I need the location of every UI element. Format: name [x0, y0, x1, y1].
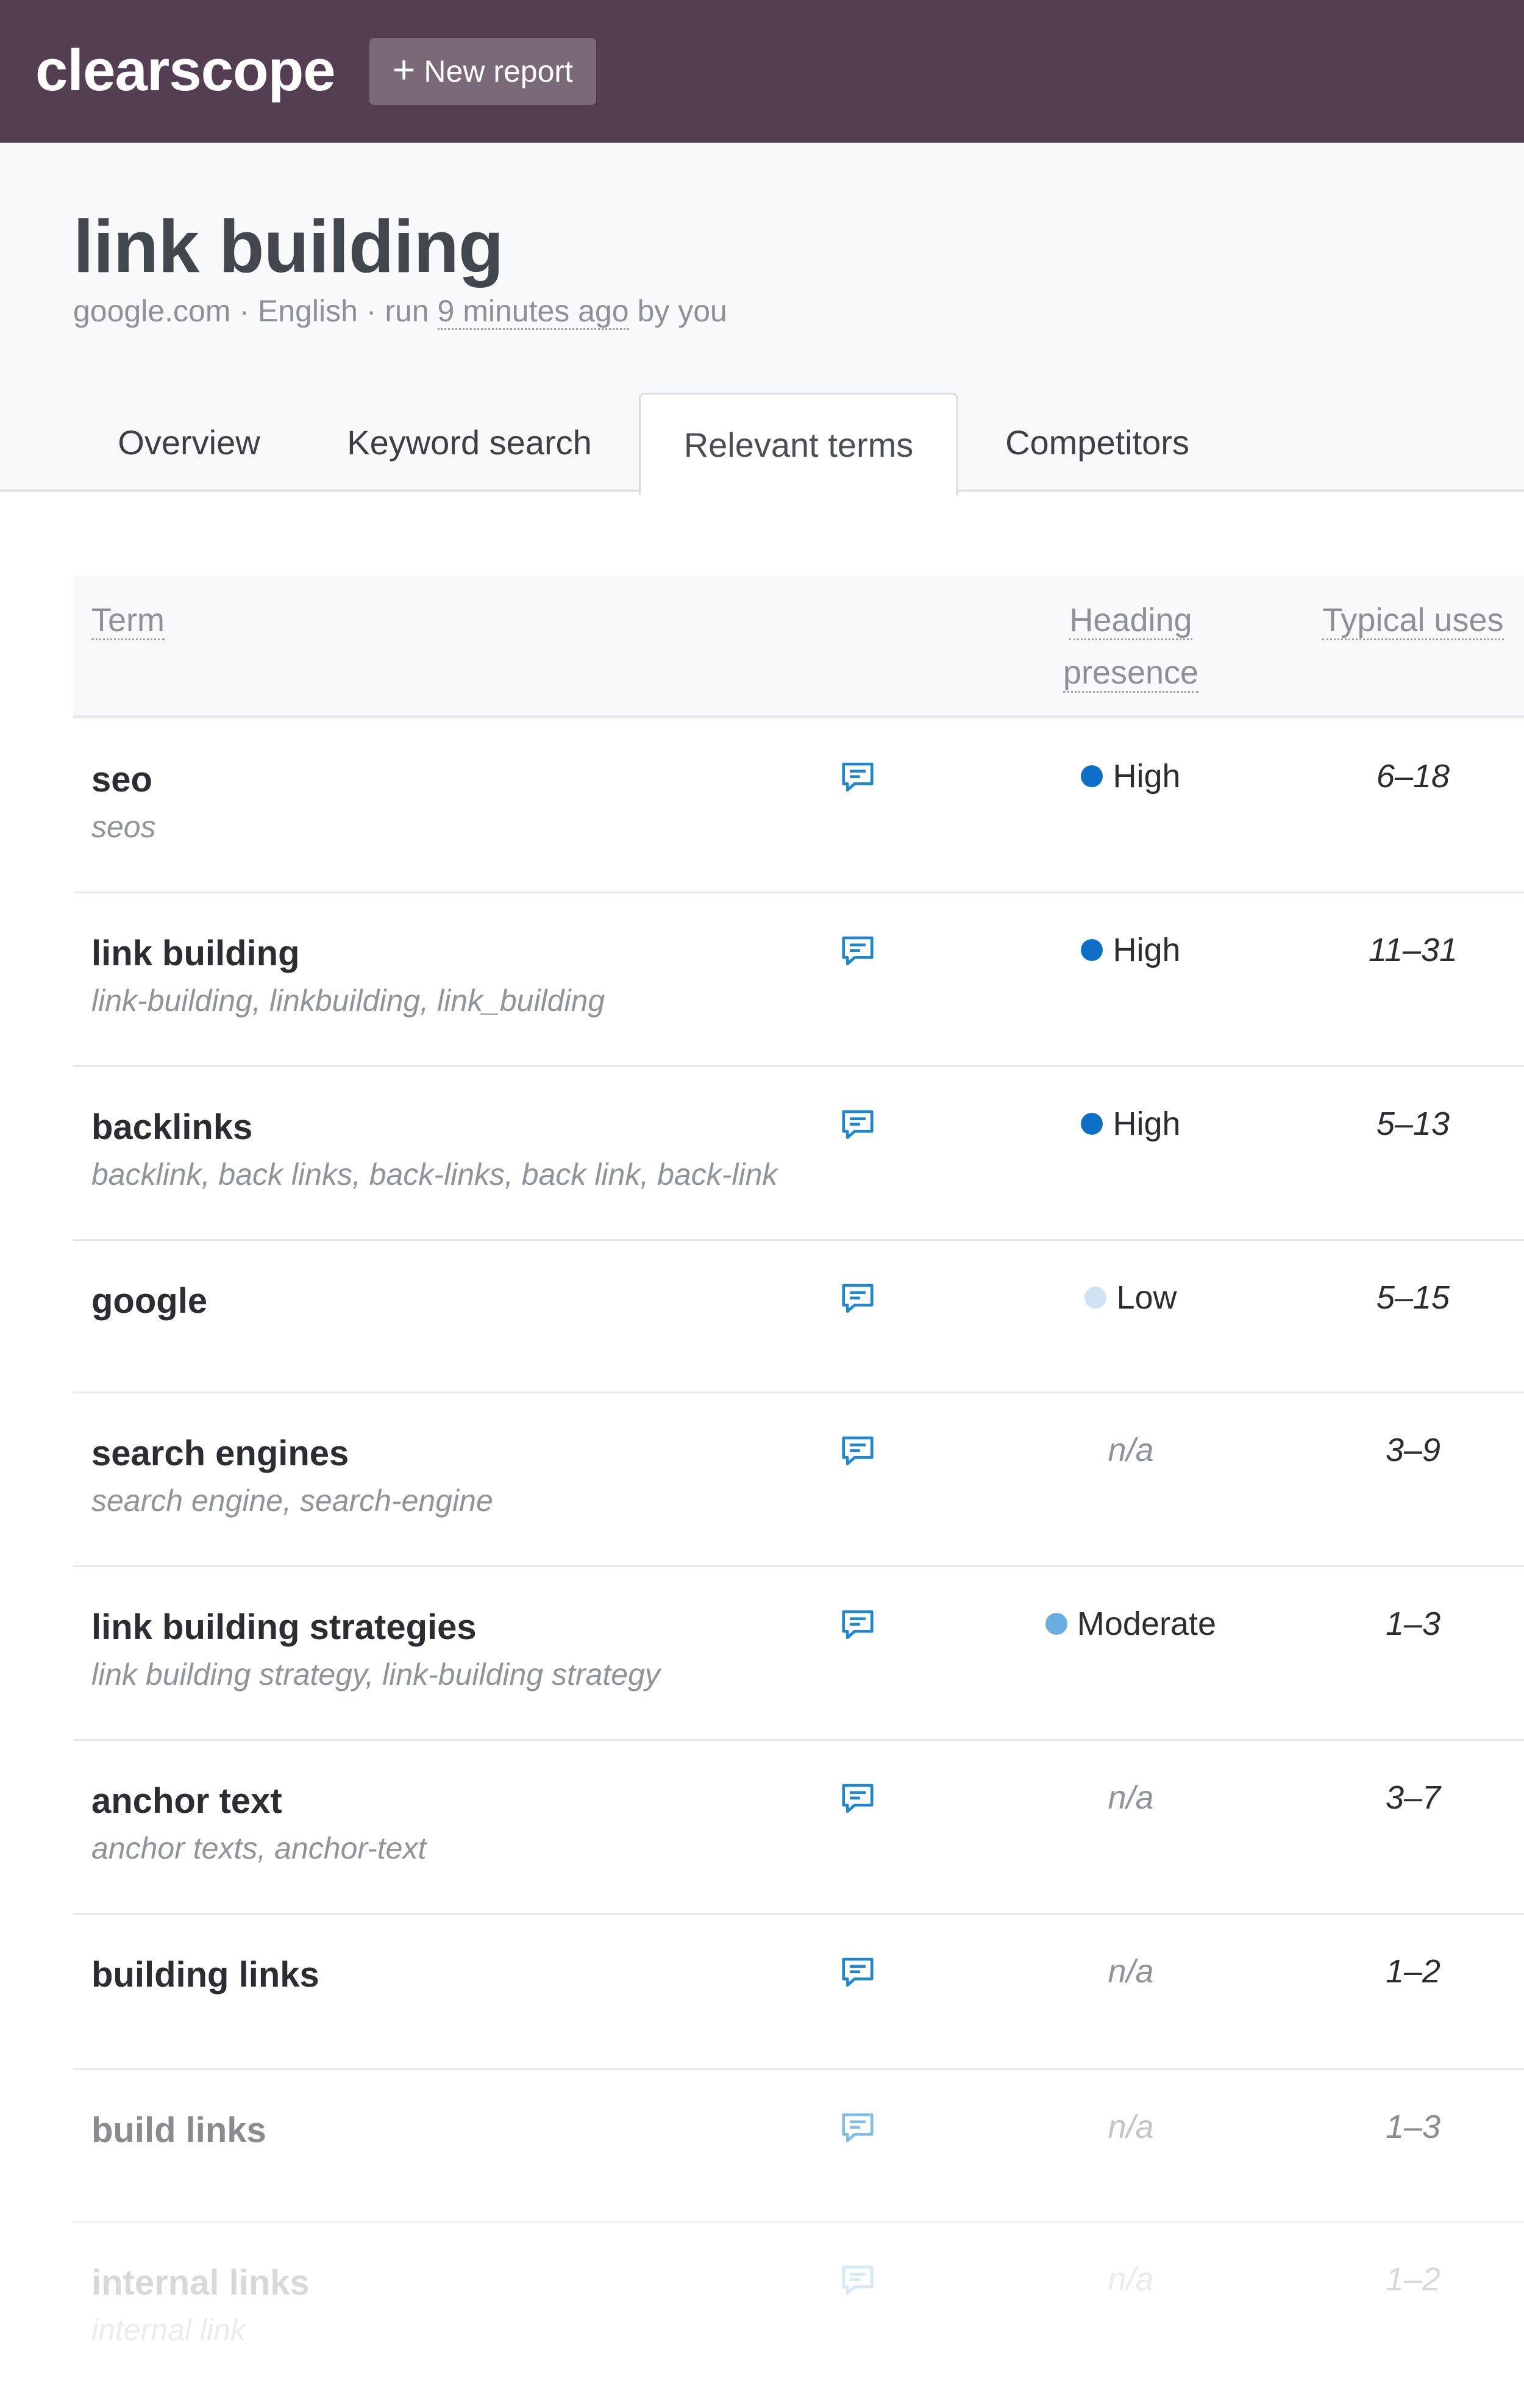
- table-row[interactable]: internal links internal link n/a 1–2: [73, 2223, 1524, 2408]
- typical-uses: 3–7: [1385, 1779, 1441, 1816]
- tab-competitors[interactable]: Competitors: [981, 393, 1213, 491]
- typical-uses: 6–18: [1376, 758, 1450, 795]
- term-name: internal links: [91, 2263, 310, 2303]
- table-row[interactable]: building links n/a 1–2: [73, 1915, 1524, 2070]
- table-row[interactable]: backlinks backlink, back links, back-link…: [73, 1067, 1524, 1241]
- report-meta: google.com · English · run 9 minutes ago…: [73, 293, 727, 330]
- typical-uses: 11–31: [1368, 932, 1458, 968]
- comment-icon[interactable]: [839, 759, 877, 796]
- tab-relevant-terms[interactable]: Relevant terms: [639, 393, 958, 495]
- term-name: building links: [91, 1955, 319, 1995]
- meta-suffix: by you: [628, 294, 727, 328]
- term-variants: seos: [91, 810, 156, 844]
- comment-icon[interactable]: [839, 932, 877, 970]
- meta-prefix: google.com · English · run: [73, 294, 438, 328]
- column-header-typical-uses[interactable]: Typical uses: [1259, 594, 1524, 646]
- presence-label: n/a: [1108, 1779, 1154, 1816]
- comment-icon[interactable]: [839, 1780, 877, 1818]
- table-row[interactable]: google Low 5–15: [73, 1241, 1524, 1393]
- tab-overview[interactable]: Overview: [91, 393, 287, 491]
- term-variants: link building strategy, link-building st…: [91, 1657, 660, 1692]
- table-row[interactable]: link building strategies link building st…: [73, 1567, 1524, 1741]
- presence-dot: [1084, 1287, 1107, 1309]
- term-variants: internal link: [91, 2313, 246, 2347]
- term-name: search engines: [91, 1434, 349, 1473]
- comment-icon[interactable]: [839, 1606, 877, 1644]
- term-variants: anchor texts, anchor-text: [91, 1831, 427, 1865]
- presence-label: n/a: [1108, 2109, 1154, 2145]
- presence-dot: [1081, 765, 1103, 787]
- presence-dot: [1081, 939, 1103, 961]
- term-name: anchor text: [91, 1781, 282, 1821]
- typical-uses: 1–2: [1385, 1953, 1441, 1990]
- term-name: seo: [91, 760, 152, 799]
- comment-icon[interactable]: [839, 2109, 877, 2147]
- typical-uses: 5–13: [1376, 1106, 1450, 1142]
- presence-label: n/a: [1108, 2261, 1154, 2298]
- presence-label: High: [1113, 758, 1181, 795]
- typical-uses: 3–9: [1385, 1432, 1441, 1468]
- presence-dot: [1045, 1613, 1067, 1635]
- term-variants: link-building, linkbuilding, link_buildi…: [91, 984, 605, 1018]
- term-name: backlinks: [91, 1107, 253, 1147]
- term-name: link building strategies: [91, 1607, 477, 1647]
- app-logo[interactable]: clearscope: [35, 34, 336, 107]
- term-name: link building: [91, 934, 300, 973]
- presence-label: Moderate: [1077, 1606, 1217, 1642]
- new-report-label: New report: [424, 54, 573, 88]
- presence-label: High: [1113, 932, 1181, 968]
- comment-icon[interactable]: [839, 2262, 877, 2299]
- term-name: build links: [91, 2110, 266, 2150]
- typical-uses: 1–3: [1385, 1606, 1441, 1642]
- comment-icon[interactable]: [839, 1432, 877, 1470]
- top-bar: clearscope + New report: [0, 0, 1524, 143]
- term-variants: backlink, back links, back-links, back l…: [91, 1157, 778, 1191]
- table-row[interactable]: search engines search engine, search-engi…: [73, 1393, 1524, 1567]
- column-header-term[interactable]: Term: [91, 594, 165, 646]
- presence-label: Low: [1116, 1279, 1177, 1316]
- presence-dot: [1081, 1113, 1103, 1135]
- typical-uses: 1–2: [1385, 2261, 1441, 2298]
- term-variants: search engine, search-engine: [91, 1484, 493, 1518]
- tab-keyword-search[interactable]: Keyword search: [329, 393, 610, 491]
- table-row[interactable]: build links n/a 1–3: [73, 2070, 1524, 2223]
- table-row[interactable]: anchor text anchor texts, anchor-text n/a 3…: [73, 1741, 1524, 1915]
- comment-icon[interactable]: [839, 1954, 877, 1992]
- typical-uses: 1–3: [1385, 2109, 1441, 2145]
- table-row[interactable]: link building link-building, linkbuilding…: [73, 893, 1524, 1067]
- plus-icon: +: [393, 48, 416, 91]
- term-name: google: [91, 1281, 208, 1321]
- terms-table-header: Term Heading presence Typical uses: [73, 576, 1524, 718]
- new-report-button[interactable]: + New report: [369, 38, 596, 105]
- table-row[interactable]: seo seos High 6–18: [73, 720, 1524, 893]
- comment-icon[interactable]: [839, 1280, 877, 1318]
- comment-icon[interactable]: [839, 1106, 877, 1144]
- page-title: link building: [73, 205, 504, 288]
- presence-label: n/a: [1108, 1953, 1154, 1990]
- presence-label: High: [1113, 1106, 1181, 1142]
- typical-uses: 5–15: [1376, 1279, 1450, 1316]
- report-header: link building google.com · English · run…: [0, 143, 1524, 495]
- presence-label: n/a: [1108, 1432, 1154, 1468]
- run-time[interactable]: 9 minutes ago: [437, 294, 629, 330]
